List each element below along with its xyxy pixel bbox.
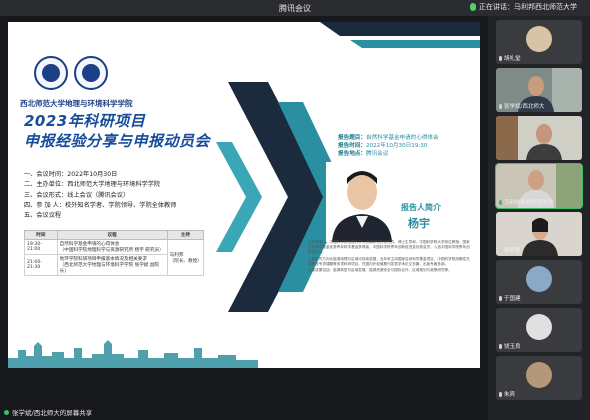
participant-tile[interactable]: [496, 116, 582, 160]
microphone-icon: [499, 199, 502, 205]
agenda-table: 时间 议程 主持 19:30-21:00 自然科学基金申请的心得体会 （中国科学…: [24, 230, 205, 276]
reporter-portrait: [326, 162, 398, 242]
participant-tile[interactable]: 于国建: [496, 260, 582, 304]
participant-tile[interactable]: 胡梦楚: [496, 212, 582, 256]
avatar: [526, 314, 552, 340]
microphone-icon: [499, 391, 502, 397]
avatar: [526, 266, 552, 292]
share-status-label: 张学斌/西北师大的屏幕共享: [12, 409, 93, 417]
info-item: 二、主办单位：西北师范大学地理与环境科学学院: [24, 181, 161, 189]
agenda-time: 21:00-21:30: [24, 254, 58, 276]
shared-screen-area[interactable]: 西北师范大学地理与环境科学学院 2023年科研项目 申报经验分享与申报动员会 一…: [0, 16, 488, 404]
bio-paragraph: 主要研究方向为能源地理与区域可持续发展，近年来主持国家自然科学基金项目、中国科学…: [308, 256, 470, 266]
info-item: 一、会议时间：2022年10月30日: [24, 171, 118, 178]
time-value: 2022年10月30日19:30: [365, 143, 428, 149]
participant-name: 张学斌/西北师大: [499, 102, 544, 110]
microphone-icon: [499, 247, 502, 253]
bio-paragraph: 主要成果包括：能源转型与区域发展、能源资源安全与国际合作、区域规划与政策研究等。: [308, 268, 452, 273]
speaking-indicator: 正在讲话：马利邦西北师范大学: [470, 2, 577, 12]
participant-name: 饶玉良: [499, 342, 521, 350]
participant-name: 马利邦西北师范大学: [499, 198, 554, 206]
screen-share-status: 张学斌/西北师大的屏幕共享: [0, 404, 488, 420]
avatar: [526, 26, 552, 52]
agenda-header: 时间: [24, 230, 58, 240]
info-item: 四、参 加 人：校外知名学者、学院领导、学院全体教师: [24, 201, 177, 209]
microphone-icon: [499, 103, 502, 109]
agenda-header: 主持: [166, 230, 205, 240]
bio-paragraph: 山东威海人，中国科学院地理科学与资源研究所研究员、博士生导师，中国科学院大学岗位…: [308, 240, 470, 255]
university-emblem-logo: [74, 56, 108, 90]
participant-name: 于国建: [499, 294, 521, 302]
meeting-info: 一、会议时间：2022年10月30日 二、主办单位：西北师范大学地理与环境科学学…: [24, 170, 176, 221]
participant-tile[interactable]: 胡礼堂: [496, 20, 582, 64]
slide-title-line2: 申报经验分享与申报动员会: [24, 132, 211, 150]
microphone-icon: [499, 55, 502, 61]
participant-name: 胡礼堂: [499, 54, 521, 62]
agenda-items: 地环学院科研项目申报基本情况及相关要求 （西北师范大学地理与环境科学学院 张学斌…: [56, 254, 168, 276]
agenda-host: 马利邦 （院长、教授）: [166, 239, 205, 276]
agenda-time: 19:30-21:00: [24, 239, 58, 255]
window-titlebar: 腾讯会议 正在讲话：马利邦西北师范大学: [0, 0, 590, 16]
microphone-icon: [470, 3, 476, 11]
report-topic-block: 报告题目：自然科学基金申请的心得体会 报告时间：2022年10月30日19:30…: [338, 134, 439, 158]
agenda-header: 议程: [56, 230, 168, 240]
reporter-bio: 山东威海人，中国科学院地理科学与资源研究所研究员、博士生导师，中国科学院大学岗位…: [308, 240, 473, 274]
place-value: 腾讯会议: [365, 151, 389, 157]
participant-sidebar[interactable]: 胡礼堂 张学斌/西北师大 马利邦西北师范大学 胡梦楚 于国建 饶玉良 朱宾: [488, 16, 590, 420]
time-label: 报告时间：: [338, 143, 366, 149]
video-feed: [496, 116, 582, 160]
reporter-name: 杨宇: [408, 217, 430, 230]
school-name: 西北师范大学地理与环境科学学院: [20, 99, 133, 108]
participant-tile-active[interactable]: 马利邦西北师范大学: [495, 163, 583, 209]
place-label: 报告地点：: [338, 151, 366, 157]
speaking-label: 正在讲话：马利邦西北师范大学: [479, 3, 577, 11]
presentation-slide: 西北师范大学地理与环境科学学院 2023年科研项目 申报经验分享与申报动员会 一…: [8, 22, 480, 368]
info-item: 三、会议形式：线上会议（腾讯会议）: [24, 191, 130, 199]
topic-value: 自然科学基金申请的心得体会: [365, 135, 439, 141]
avatar: [526, 362, 552, 388]
participant-name: 朱宾: [499, 390, 515, 398]
microphone-icon: [499, 343, 502, 349]
participant-tile[interactable]: 张学斌/西北师大: [496, 68, 582, 112]
university-seal-logo: [34, 56, 68, 90]
microphone-icon: [499, 295, 502, 301]
share-indicator-icon: [4, 409, 9, 415]
info-item: 五、会议议程: [24, 212, 62, 220]
participant-tile[interactable]: 朱宾: [496, 356, 582, 400]
topic-label: 报告题目：: [338, 135, 366, 141]
agenda-items: 自然科学基金申请的心得体会 （中国科学院地理科学与资源研究所 杨宇 研究员）: [56, 239, 168, 255]
table-row: 19:30-21:00 自然科学基金申请的心得体会 （中国科学院地理科学与资源研…: [24, 239, 205, 276]
slide-title-line1: 2023年科研项目: [24, 112, 146, 130]
participant-name: 胡梦楚: [499, 246, 521, 254]
reporter-intro-title: 报告人简介: [401, 203, 441, 212]
participant-tile[interactable]: 饶玉良: [496, 308, 582, 352]
